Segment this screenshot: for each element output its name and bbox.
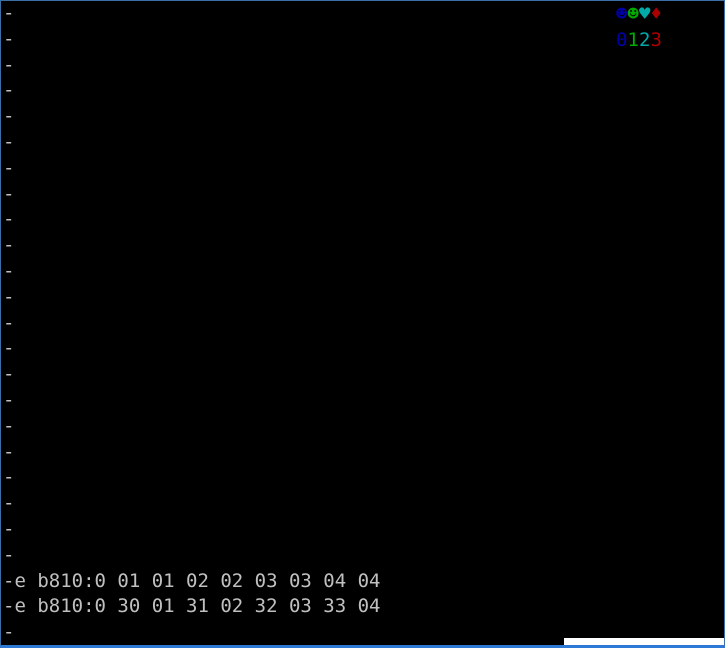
console-line: - — [3, 2, 15, 24]
console-line: - — [3, 105, 15, 128]
console-line: - — [3, 492, 15, 515]
console-line: - — [3, 363, 15, 386]
glyph-icon-3: ♦ — [650, 3, 662, 25]
console-line: - — [3, 414, 15, 437]
console-line: - — [3, 156, 15, 179]
console-line: - — [3, 517, 15, 540]
console-line: - — [3, 388, 15, 411]
console-line: - — [3, 621, 15, 644]
console-line: - — [3, 440, 15, 463]
console-line: - — [3, 234, 15, 257]
console-line: - — [3, 337, 15, 360]
console-line: - — [3, 79, 15, 102]
console-line: - — [3, 543, 15, 566]
console-line: - — [3, 285, 15, 308]
console-line: - — [3, 311, 15, 334]
digit-1: 1 — [627, 29, 639, 51]
glyph-icon-0: ☻ — [616, 3, 628, 25]
digit-0: 0 — [616, 29, 628, 51]
console-line: - — [3, 27, 15, 50]
console-line: - — [3, 53, 15, 76]
console-output[interactable]: - - - - - - - - - - - - - - - - - - - - - - -e b810:0 01 01 02… — [3, 1, 603, 645]
console-line: - — [3, 208, 15, 231]
console-line: - — [3, 182, 15, 205]
console-line: - — [3, 466, 15, 489]
digit-2: 2 — [639, 29, 651, 51]
window-edge — [564, 638, 724, 645]
console-line: -e b810:0 30 01 31 02 32 03 33 04 — [3, 595, 381, 618]
glyph-row: ☻☻♥♦ — [616, 1, 662, 27]
console-line: - — [3, 130, 15, 153]
digit-3: 3 — [650, 29, 662, 51]
digit-row: 0123 — [616, 27, 662, 53]
terminal-window[interactable]: - - - - - - - - - - - - - - - - - - - - - - -e b810:0 01 01 02… — [0, 0, 725, 648]
video-memory-preview: ☻☻♥♦ 0123 — [616, 1, 662, 53]
glyph-icon-1: ☻ — [627, 3, 639, 25]
console-line: - — [3, 259, 15, 282]
glyph-icon-2: ♥ — [639, 3, 651, 25]
console-line: -e b810:0 01 01 02 02 03 03 04 04 — [3, 569, 381, 592]
